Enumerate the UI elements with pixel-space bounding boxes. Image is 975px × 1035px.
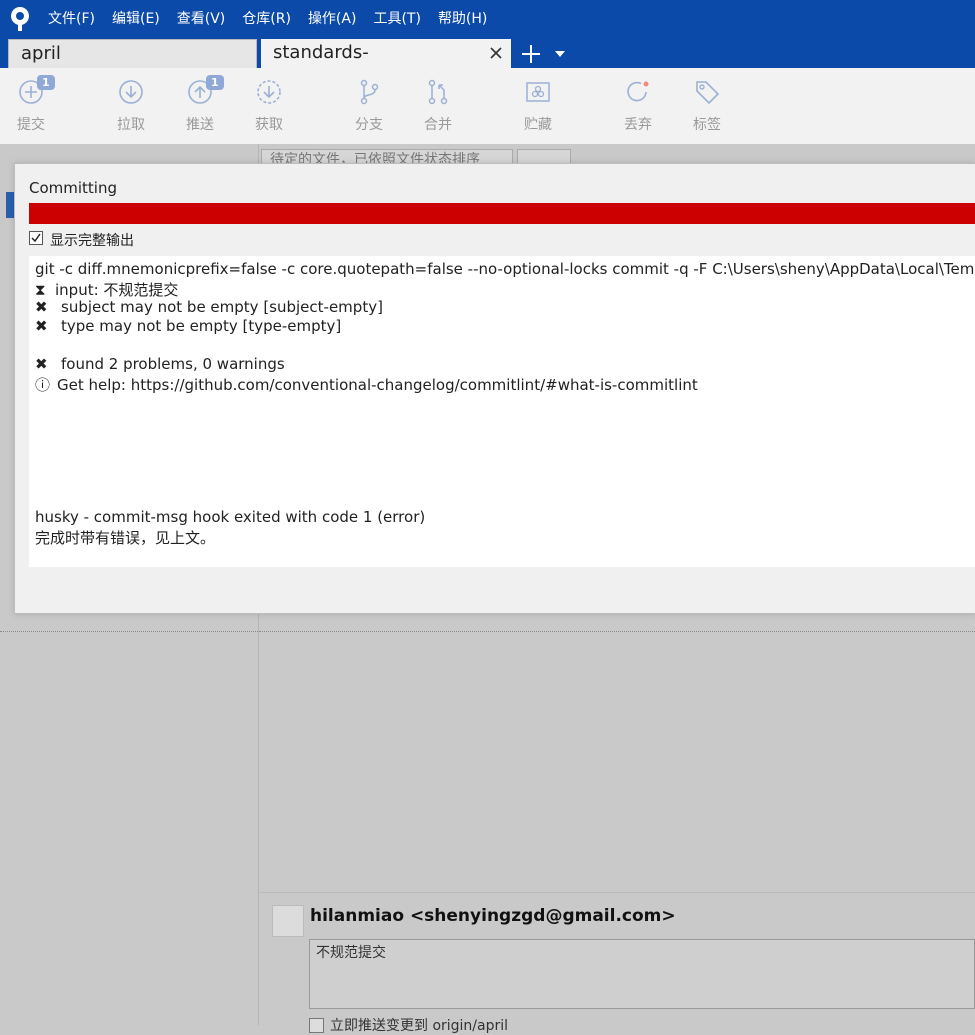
close-icon[interactable]: [489, 46, 503, 60]
menu-repository[interactable]: 仓库(R): [242, 9, 300, 29]
output-error-1: ✖ subject may not be empty [subject-empty…: [35, 298, 383, 316]
output-husky: husky - commit-msg hook exited with code…: [35, 508, 426, 526]
hourglass-icon: ⧗: [35, 281, 46, 299]
committing-dialog: Committing 显示完整输出 git -c diff.mnemonicpr…: [14, 163, 975, 614]
merge-button[interactable]: 合并: [408, 78, 468, 134]
push-label: 推送: [186, 117, 214, 133]
cross-icon: ✖: [35, 298, 48, 316]
push-button[interactable]: 1 推送: [170, 75, 230, 134]
output-summary: ✖ found 2 problems, 0 warnings: [35, 355, 285, 373]
discard-icon: [627, 81, 649, 102]
output-log: git -c diff.mnemonicprefix=false -c core…: [29, 256, 975, 567]
branch-button[interactable]: 分支: [339, 78, 399, 134]
stash-button[interactable]: 贮藏: [508, 78, 568, 134]
show-full-output-checkbox[interactable]: [29, 231, 43, 245]
dialog-title: Committing: [29, 179, 118, 197]
output-error-1-text: subject may not be empty [subject-empty]: [61, 298, 383, 316]
commit-author: hilanmiao <shenyingzgd@gmail.com>: [310, 906, 676, 926]
pull-button[interactable]: 拉取: [101, 78, 161, 134]
sidebar-selection-indicator: [6, 192, 14, 218]
menu-view[interactable]: 查看(V): [177, 9, 235, 29]
fetch-label: 获取: [255, 117, 283, 133]
commit-label: 提交: [17, 117, 45, 133]
push-count-badge: 1: [206, 75, 224, 90]
tag-icon: [696, 81, 720, 105]
fetch-button[interactable]: 获取: [239, 78, 299, 134]
tab-april[interactable]: april: [8, 39, 257, 68]
chevron-down-icon: [555, 50, 565, 57]
sidebar-divider: [0, 631, 258, 632]
plus-icon: [522, 44, 540, 63]
output-error-2-text: type may not be empty [type-empty]: [61, 317, 342, 335]
output-help: ⓘ Get help: https://github.com/convention…: [35, 374, 698, 395]
output-error-2: ✖ type may not be empty [type-empty]: [35, 317, 341, 335]
pull-icon: [119, 80, 143, 104]
discard-button[interactable]: 丢弃: [608, 78, 668, 134]
merge-label: 合并: [424, 117, 452, 133]
commit-message-input[interactable]: 不规范提交: [309, 939, 975, 1009]
commit-button[interactable]: 1 提交: [1, 75, 61, 134]
output-command: git -c diff.mnemonicprefix=false -c core…: [35, 260, 975, 278]
tab-dropdown-button[interactable]: [553, 39, 567, 68]
avatar: [272, 905, 304, 937]
push-immediately-checkbox[interactable]: [309, 1018, 324, 1033]
cross-icon: ✖: [35, 317, 48, 335]
output-input-line: ⧗ input: 不规范提交: [35, 279, 178, 300]
menu-help[interactable]: 帮助(H): [438, 9, 496, 29]
toolbar: 1 提交 拉取 1 推送 获取 分支 合并 贮藏 丢弃 标签: [0, 68, 975, 145]
branch-icon: [360, 79, 379, 105]
output-help-text: Get help: https://github.com/conventiona…: [57, 376, 698, 394]
stash-icon: [526, 82, 550, 102]
menu-tools[interactable]: 工具(T): [373, 9, 429, 29]
discard-label: 丢弃: [624, 117, 652, 133]
commit-count-badge: 1: [37, 75, 55, 90]
push-immediately-label: 立即推送变更到 origin/april: [330, 1018, 509, 1034]
sourcetree-logo-icon: [11, 7, 29, 31]
pull-label: 拉取: [117, 117, 145, 133]
fetch-icon: [257, 80, 281, 104]
tag-label: 标签: [693, 117, 721, 133]
checkmark-icon: [31, 233, 41, 243]
output-done: 完成时带有错误，见上文。: [35, 529, 216, 547]
output-input-text: input: 不规范提交: [55, 281, 179, 299]
merge-icon: [428, 79, 448, 105]
menu-file[interactable]: 文件(F): [48, 9, 104, 29]
tab-standards-recommendation[interactable]: standards-recommendat..: [261, 39, 511, 91]
menu-edit[interactable]: 编辑(E): [112, 9, 169, 29]
show-full-output-label: 显示完整输出: [50, 233, 134, 249]
output-summary-text: found 2 problems, 0 warnings: [61, 355, 285, 373]
add-tab-button[interactable]: [519, 39, 543, 68]
cross-icon: ✖: [35, 355, 48, 373]
progress-bar: [29, 203, 975, 224]
file-pane-divider: [259, 631, 975, 632]
stash-label: 贮藏: [524, 117, 552, 133]
title-bar: 文件(F) 编辑(E) 查看(V) 仓库(R) 操作(A) 工具(T) 帮助(H…: [0, 0, 975, 91]
menu-bar: 文件(F) 编辑(E) 查看(V) 仓库(R) 操作(A) 工具(T) 帮助(H…: [48, 9, 504, 29]
info-icon: ⓘ: [35, 376, 51, 394]
tag-button[interactable]: 标签: [677, 78, 737, 134]
branch-label: 分支: [355, 117, 383, 133]
repo-tabs: april standards-recommendat..: [8, 38, 567, 91]
menu-actions[interactable]: 操作(A): [308, 9, 366, 29]
